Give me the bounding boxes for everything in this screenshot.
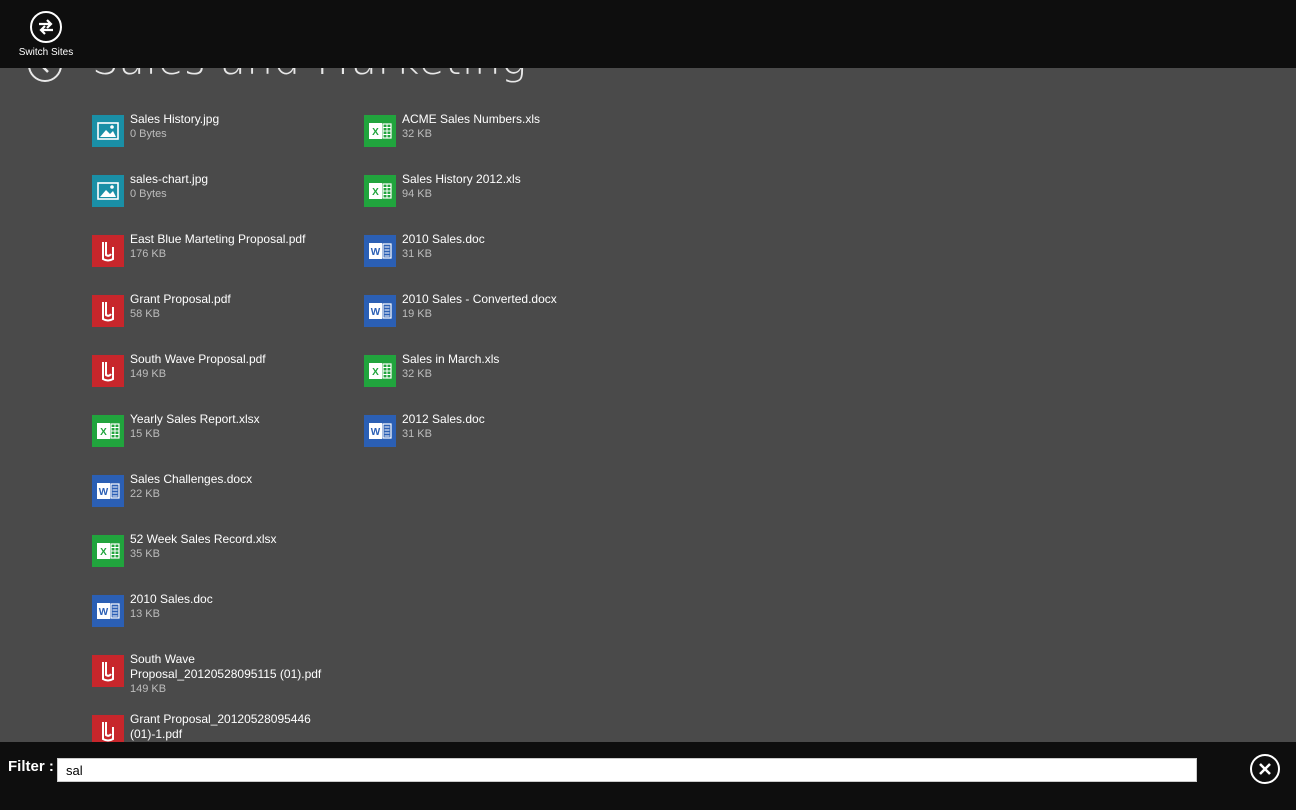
file-size: 15 KB bbox=[130, 428, 160, 440]
file-size: 22 KB bbox=[130, 488, 160, 500]
file-item[interactable]: Sales History.jpg 0 Bytes bbox=[92, 112, 342, 164]
word-file-icon: W bbox=[364, 295, 396, 327]
file-name: Sales History.jpg 0 Bytes bbox=[130, 112, 330, 142]
switch-arrows-icon bbox=[30, 11, 62, 43]
filter-label: Filter : bbox=[8, 758, 54, 775]
word-file-icon: W bbox=[92, 595, 124, 627]
file-size: 149 KB bbox=[130, 368, 167, 380]
svg-text:X: X bbox=[372, 187, 379, 198]
file-size: 0 Bytes bbox=[130, 188, 167, 200]
file-size: 94 KB bbox=[402, 188, 432, 200]
excel-file-icon: X bbox=[364, 355, 396, 387]
file-size: 19 KB bbox=[402, 308, 432, 320]
file-item[interactable]: East Blue Marteting Proposal.pdf 176 KB bbox=[92, 232, 342, 284]
file-name: East Blue Marteting Proposal.pdf 176 KB bbox=[130, 232, 330, 262]
file-item[interactable]: X 52 Week Sales Record.xlsx 35 KB bbox=[92, 532, 342, 584]
file-name: Sales in March.xls 32 KB bbox=[402, 352, 602, 382]
file-size: 31 KB bbox=[402, 248, 432, 260]
file-item[interactable]: South Wave Proposal.pdf 149 KB bbox=[92, 352, 342, 404]
svg-text:W: W bbox=[371, 427, 381, 438]
file-item[interactable]: W 2010 Sales - Converted.docx 19 KB bbox=[364, 292, 614, 344]
file-item[interactable]: W Sales Challenges.docx 22 KB bbox=[92, 472, 342, 524]
file-item[interactable]: X Sales History 2012.xls 94 KB bbox=[364, 172, 614, 224]
image-file-icon bbox=[92, 175, 124, 207]
file-name: South Wave Proposal.pdf 149 KB bbox=[130, 352, 330, 382]
switch-sites-button[interactable]: Switch Sites bbox=[14, 8, 78, 64]
svg-text:X: X bbox=[372, 367, 379, 378]
pdf-file-icon bbox=[92, 655, 124, 687]
file-size: 0 Bytes bbox=[130, 128, 167, 140]
image-file-icon bbox=[92, 115, 124, 147]
file-item[interactable]: W 2010 Sales.doc 13 KB bbox=[92, 592, 342, 644]
file-size: 32 KB bbox=[402, 128, 432, 140]
filter-bar: Filter : bbox=[0, 742, 1296, 810]
svg-text:X: X bbox=[100, 547, 107, 558]
switch-sites-label: Switch Sites bbox=[18, 47, 74, 58]
file-size: 149 KB bbox=[130, 683, 167, 695]
file-name: Yearly Sales Report.xlsx 15 KB bbox=[130, 412, 330, 442]
excel-file-icon: X bbox=[364, 175, 396, 207]
file-item[interactable]: sales-chart.jpg 0 Bytes bbox=[92, 172, 342, 224]
file-name: Grant Proposal.pdf 58 KB bbox=[130, 292, 330, 322]
file-size: 13 KB bbox=[130, 608, 160, 620]
file-name: 2010 Sales.doc 13 KB bbox=[130, 592, 330, 622]
close-icon bbox=[1259, 763, 1271, 775]
pdf-file-icon bbox=[92, 295, 124, 327]
file-item[interactable]: W 2012 Sales.doc 31 KB bbox=[364, 412, 614, 464]
top-app-bar: Switch Sites bbox=[0, 0, 1296, 68]
file-name: 52 Week Sales Record.xlsx 35 KB bbox=[130, 532, 330, 562]
file-name: South Wave Proposal_20120528095115 (01).… bbox=[130, 652, 330, 697]
file-name: Sales Challenges.docx 22 KB bbox=[130, 472, 330, 502]
excel-file-icon: X bbox=[364, 115, 396, 147]
file-name: 2012 Sales.doc 31 KB bbox=[402, 412, 602, 442]
file-item[interactable]: Grant Proposal.pdf 58 KB bbox=[92, 292, 342, 344]
file-name: sales-chart.jpg 0 Bytes bbox=[130, 172, 330, 202]
filter-input[interactable] bbox=[57, 758, 1197, 782]
pdf-file-icon bbox=[92, 235, 124, 267]
file-name: Grant Proposal_20120528095446 (01)-1.pdf bbox=[130, 712, 311, 741]
svg-text:W: W bbox=[371, 247, 381, 258]
file-item[interactable]: South Wave Proposal_20120528095115 (01).… bbox=[92, 652, 342, 712]
svg-text:W: W bbox=[371, 307, 381, 318]
file-size: 176 KB bbox=[130, 248, 167, 260]
word-file-icon: W bbox=[92, 475, 124, 507]
word-file-icon: W bbox=[364, 415, 396, 447]
clear-filter-button[interactable] bbox=[1250, 754, 1280, 784]
file-name: ACME Sales Numbers.xls 32 KB bbox=[402, 112, 602, 142]
file-item[interactable]: X ACME Sales Numbers.xls 32 KB bbox=[364, 112, 614, 164]
file-name: Sales History 2012.xls 94 KB bbox=[402, 172, 602, 202]
svg-text:W: W bbox=[99, 607, 109, 618]
file-size: 35 KB bbox=[130, 548, 160, 560]
pdf-file-icon bbox=[92, 355, 124, 387]
file-item[interactable]: X Yearly Sales Report.xlsx 15 KB bbox=[92, 412, 342, 464]
file-item[interactable]: W 2010 Sales.doc 31 KB bbox=[364, 232, 614, 284]
svg-text:X: X bbox=[372, 127, 379, 138]
excel-file-icon: X bbox=[92, 415, 124, 447]
file-item[interactable]: X Sales in March.xls 32 KB bbox=[364, 352, 614, 404]
file-size: 32 KB bbox=[402, 368, 432, 380]
svg-text:W: W bbox=[99, 487, 109, 498]
word-file-icon: W bbox=[364, 235, 396, 267]
file-size: 58 KB bbox=[130, 308, 160, 320]
svg-text:X: X bbox=[100, 427, 107, 438]
file-size: 31 KB bbox=[402, 428, 432, 440]
file-name: 2010 Sales.doc 31 KB bbox=[402, 232, 602, 262]
file-name: 2010 Sales - Converted.docx 19 KB bbox=[402, 292, 602, 322]
excel-file-icon: X bbox=[92, 535, 124, 567]
